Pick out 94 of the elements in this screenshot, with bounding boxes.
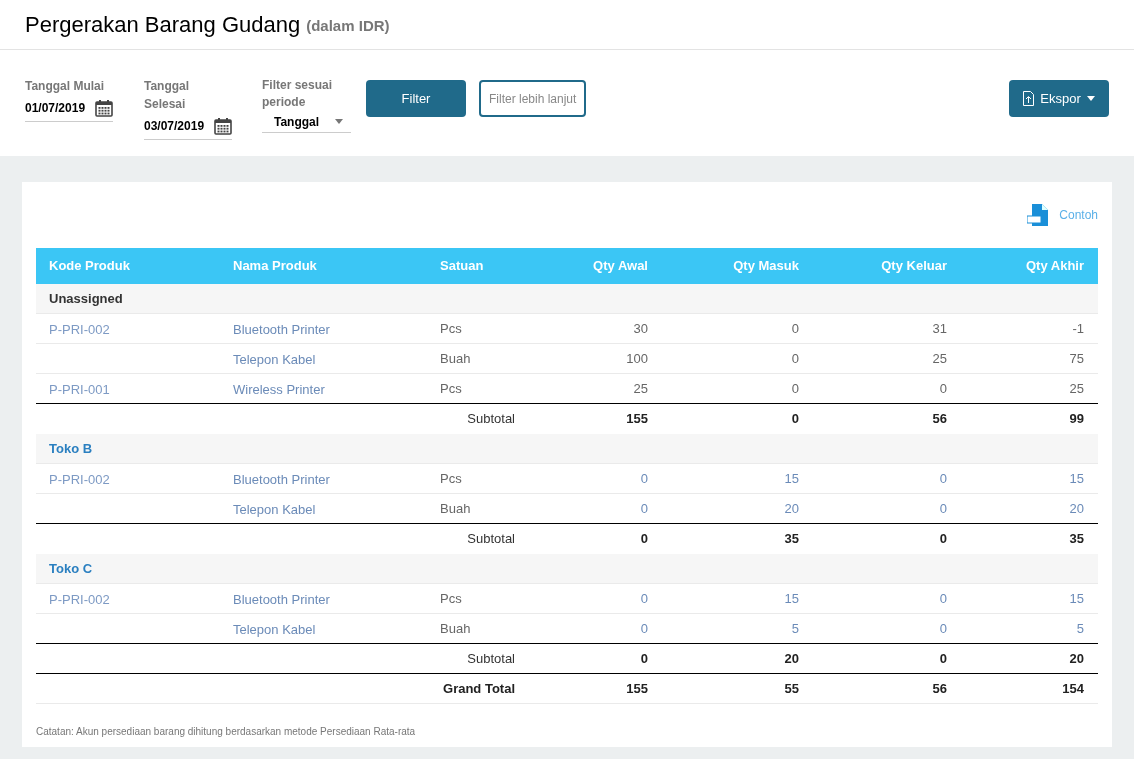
qty-cell-text: 5 [1075, 619, 1085, 638]
unit-cell-text: Pcs [439, 319, 463, 338]
period-dropdown[interactable]: Tanggal [262, 111, 351, 133]
column-header: Qty Masuk [732, 257, 800, 276]
filter-button[interactable]: Filter [366, 80, 466, 117]
unit-cell-text: Buah [439, 499, 472, 518]
unit-cell-text: Pcs [439, 469, 463, 488]
currency-note: (dalam IDR) [306, 16, 390, 37]
grand-total-label: Grand Total [442, 679, 516, 698]
column-header: Kode Produk [48, 257, 131, 276]
grand-total-cell-text: 55 [783, 679, 800, 698]
qty-cell-text: 0 [639, 589, 649, 608]
field-label: Tanggal Selesai [144, 78, 191, 113]
subtotal-cell-text: 99 [1068, 410, 1085, 429]
qty-cell-text: 15 [783, 589, 800, 608]
product-name-link[interactable]: Bluetooth Printer [233, 471, 330, 487]
subtotal-cell-text: 0 [790, 410, 800, 429]
subtotal-label: Subtotal [466, 530, 516, 549]
caret-icon [1086, 96, 1095, 101]
calendar-icon[interactable] [214, 117, 232, 135]
product-name-link[interactable]: Bluetooth Printer [233, 321, 330, 337]
subtotal-cell-text: 0 [938, 649, 948, 668]
subtotal-cell-text: 35 [1068, 530, 1085, 549]
qty-cell-text: 0 [639, 469, 649, 488]
column-header: Satuan [439, 257, 485, 276]
advanced-filter-button[interactable]: Filter lebih lanjut [479, 80, 587, 117]
qty-cell-text: 25 [931, 349, 948, 368]
column-header: Qty Keluar [880, 257, 948, 276]
field-label: Tanggal Mulai [25, 78, 106, 95]
export-button[interactable]: Ekspor [1009, 80, 1109, 117]
field-label: Filter sesuai periode [262, 77, 334, 111]
product-name-link[interactable]: Telepon Kabel [233, 351, 316, 367]
qty-cell-text: 0 [790, 379, 800, 398]
product-name-link[interactable]: Telepon Kabel [233, 501, 316, 517]
qty-cell-text: 100 [625, 349, 649, 368]
group-title: Unassigned [49, 289, 123, 308]
qty-cell-text: -1 [1071, 319, 1085, 338]
qty-cell-text: 15 [1068, 589, 1085, 608]
qty-cell-text: 30 [632, 319, 649, 338]
date-field[interactable]: 01/07/2019 [25, 99, 113, 122]
grand-total-cell-text: 155 [625, 679, 649, 698]
subtotal-label: Subtotal [466, 410, 516, 429]
subtotal-cell-text: 20 [783, 649, 800, 668]
qty-cell-text: 0 [938, 589, 948, 608]
unit-cell-text: Pcs [439, 379, 463, 398]
qty-cell-text: 25 [1068, 379, 1085, 398]
qty-cell-text: 75 [1068, 349, 1085, 368]
column-header: Qty Akhir [1024, 257, 1085, 276]
qty-cell-text: 31 [931, 319, 948, 338]
product-name-link[interactable]: Telepon Kabel [233, 621, 316, 637]
subtotal-cell-text: 0 [639, 530, 649, 549]
product-name-link[interactable]: Wireless Printer [233, 381, 325, 397]
qty-cell-text: 0 [938, 379, 948, 398]
qty-cell-text: 20 [1068, 499, 1085, 518]
calendar-icon[interactable] [95, 99, 113, 117]
group-title[interactable]: Toko C [49, 558, 93, 579]
unit-cell-text: Buah [439, 619, 472, 638]
qty-cell-text: 0 [938, 619, 948, 638]
qty-cell-text: 20 [783, 499, 800, 518]
column-header: Nama Produk [232, 257, 318, 276]
subtotal-cell-text: 20 [1068, 649, 1085, 668]
footnote: Catatan: Akun persediaan barang dihitung berdasarkan metode Persediaan Rata-rata [36, 725, 417, 739]
qty-cell-text: 0 [790, 349, 800, 368]
qty-cell-text: 0 [639, 499, 649, 518]
qty-cell-text: 25 [632, 379, 649, 398]
grand-total-cell-text: 154 [1061, 679, 1085, 698]
grand-total-cell-text: 56 [931, 679, 948, 698]
qty-cell-text: 0 [938, 469, 948, 488]
qty-cell-text: 15 [1068, 469, 1085, 488]
subtotal-cell-text: 56 [931, 410, 948, 429]
qty-cell-text: 0 [938, 499, 948, 518]
qty-cell-text: 0 [790, 319, 800, 338]
subtotal-cell-text: 0 [639, 649, 649, 668]
page-title: Pergerakan Barang Gudang [25, 11, 301, 39]
sample-link[interactable]: Contoh [1059, 206, 1098, 224]
unit-cell-text: Buah [439, 349, 472, 368]
unit-cell-text: Pcs [439, 589, 463, 608]
product-code-link[interactable]: P-PRI-002 [49, 591, 110, 607]
subtotal-cell-text: 35 [783, 530, 800, 549]
subtotal-label: Subtotal [466, 649, 516, 668]
caret-icon [335, 119, 343, 124]
subtotal-cell-text: 155 [625, 410, 649, 429]
qty-cell-text: 0 [639, 619, 649, 638]
column-header: Qty Awal [592, 257, 649, 276]
date-field[interactable]: 03/07/2019 [144, 117, 232, 140]
product-code-link[interactable]: P-PRI-002 [49, 471, 110, 487]
product-code-link[interactable]: P-PRI-001 [49, 381, 110, 397]
qty-cell-text: 15 [783, 469, 800, 488]
product-name-link[interactable]: Bluetooth Printer [233, 591, 330, 607]
group-title[interactable]: Toko B [49, 438, 93, 459]
subtotal-cell-text: 0 [938, 530, 948, 549]
qty-cell-text: 5 [790, 619, 800, 638]
product-code-link[interactable]: P-PRI-002 [49, 321, 110, 337]
file-upload-icon [1023, 91, 1035, 106]
